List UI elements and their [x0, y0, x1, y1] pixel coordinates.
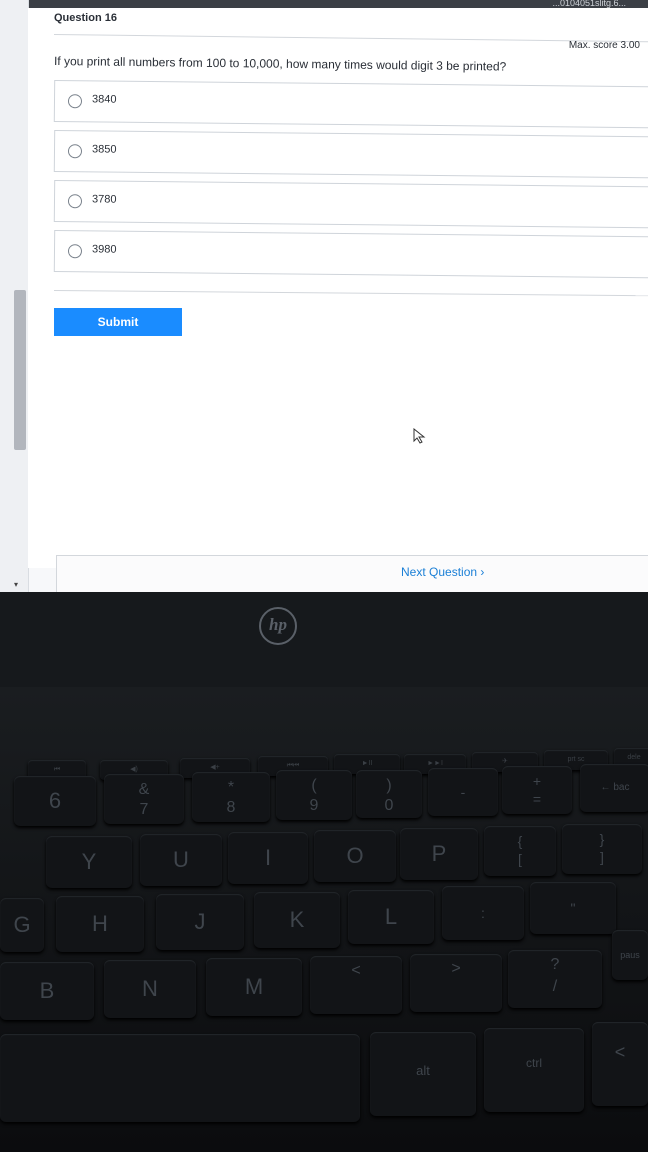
key-0[interactable]: ) 0: [356, 770, 422, 818]
next-question-bar: Next Question ›: [56, 555, 648, 592]
radio-button[interactable]: [67, 94, 83, 109]
key-b[interactable]: B: [0, 962, 94, 1020]
browser-top-strip: ...0104051slitg.6...: [0, 0, 648, 8]
question-panel: Question 16 Max. score 3.00 If you print…: [28, 8, 648, 568]
key-pause[interactable]: paus: [612, 930, 648, 980]
key-period[interactable]: >: [410, 954, 502, 1012]
option-label: 3850: [91, 143, 117, 156]
browser-tab-fragment: ...0104051slitg.6...: [552, 0, 626, 8]
key-7[interactable]: & 7: [104, 774, 184, 824]
key-o[interactable]: O: [314, 830, 396, 882]
key-open-bracket[interactable]: { [: [484, 826, 556, 876]
radio-button[interactable]: [67, 144, 83, 159]
options-divider: [53, 290, 648, 297]
option-label: 3980: [91, 243, 117, 256]
key-ctrl[interactable]: ctrl: [484, 1028, 584, 1112]
key-alt[interactable]: alt: [370, 1032, 476, 1116]
key-close-bracket[interactable]: } ]: [562, 824, 642, 874]
key-left-arrow[interactable]: <: [592, 1022, 648, 1106]
key-y[interactable]: Y: [46, 836, 132, 888]
submit-button[interactable]: Submit: [54, 308, 182, 336]
key-minus[interactable]: -: [428, 768, 498, 816]
key-n[interactable]: N: [104, 960, 196, 1018]
key-6[interactable]: 6: [14, 776, 96, 826]
key-backspace[interactable]: ← bac: [580, 764, 648, 812]
key-h[interactable]: H: [56, 896, 144, 952]
key-semicolon[interactable]: :: [442, 886, 524, 940]
question-title: Question 16: [54, 12, 117, 24]
radio-button[interactable]: [67, 194, 83, 209]
left-sidebar: ▾: [0, 0, 29, 592]
key-spacebar[interactable]: [0, 1034, 360, 1122]
key-8[interactable]: * 8: [192, 772, 270, 822]
max-score: Max. score 3.00: [568, 40, 640, 51]
question-text: If you print all numbers from 100 to 10,…: [53, 54, 507, 74]
scroll-down-arrow-icon[interactable]: ▾: [14, 580, 18, 589]
screen: ...0104051slitg.6... ▾ Question 16 Max. …: [0, 0, 648, 592]
option-3[interactable]: 3780: [53, 180, 648, 229]
option-4[interactable]: 3980: [53, 230, 648, 279]
mouse-cursor-icon: [413, 428, 426, 444]
next-question-link[interactable]: Next Question ›: [401, 565, 484, 579]
title-divider: [53, 34, 648, 43]
key-p[interactable]: P: [400, 828, 478, 880]
key-slash[interactable]: ? /: [508, 950, 602, 1008]
key-quote[interactable]: ": [530, 882, 616, 934]
key-g[interactable]: G: [0, 898, 44, 952]
key-comma[interactable]: <: [310, 956, 402, 1014]
key-k[interactable]: K: [254, 892, 340, 948]
option-2[interactable]: 3850: [53, 130, 648, 179]
option-1[interactable]: 3840: [53, 80, 648, 129]
key-equals[interactable]: + =: [502, 766, 572, 814]
key-m[interactable]: M: [206, 958, 302, 1016]
key-l[interactable]: L: [348, 890, 434, 944]
key-j[interactable]: J: [156, 894, 244, 950]
option-label: 3840: [91, 93, 117, 106]
laptop-bezel: [0, 592, 648, 687]
option-label: 3780: [91, 193, 117, 206]
radio-button[interactable]: [67, 244, 83, 259]
key-u[interactable]: U: [140, 834, 222, 886]
key-9[interactable]: ( 9: [276, 770, 352, 820]
hp-logo: hp: [259, 607, 297, 645]
scrollbar[interactable]: [14, 290, 26, 450]
key-i[interactable]: I: [228, 832, 308, 884]
